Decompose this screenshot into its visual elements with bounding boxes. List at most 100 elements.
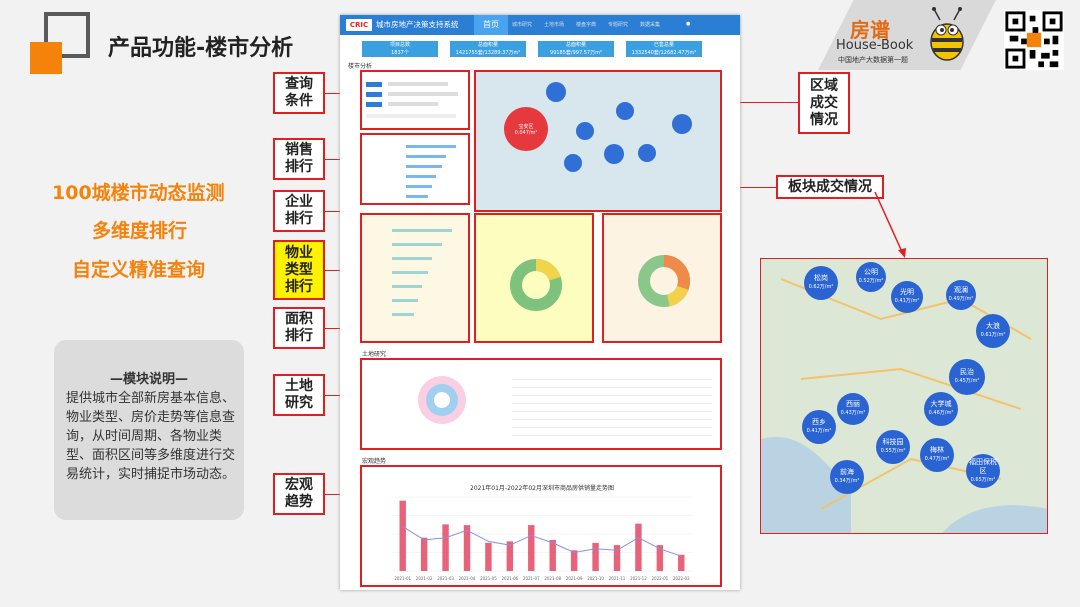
trend-bar	[485, 542, 492, 571]
donut-chart	[638, 255, 690, 307]
map-bubble[interactable]	[564, 154, 582, 172]
map-bubble[interactable]	[616, 102, 634, 120]
block-bubble-value: 0.41万/m²	[894, 298, 920, 304]
app-tab-collect[interactable]: 数据采集	[640, 21, 660, 28]
x-tick-label: 2021-10	[587, 576, 604, 581]
x-tick-label: 2022-01	[651, 576, 668, 581]
map-bubble[interactable]	[576, 122, 594, 140]
area-ranking-panel	[602, 213, 722, 343]
trend-bar	[528, 525, 535, 571]
section-title: 楼市分析	[348, 63, 373, 70]
block-bubble[interactable]: 观澜 0.49万/m²	[946, 280, 976, 310]
callout-land-research: 土地研究	[273, 374, 325, 416]
callout-property-type-ranking: 物业类型排行	[273, 240, 325, 300]
section-title-macro: 宏观趋势	[362, 458, 387, 465]
slogan-query: 自定义精准查询	[72, 259, 206, 281]
map-bubble[interactable]	[604, 144, 624, 164]
trend-chart: 2021-01 2021-02 2021-03 2021-04 2021-05 2021-…	[392, 496, 692, 581]
map-bubble-primary[interactable]: 宝安区 0.047/m²	[504, 107, 548, 151]
block-bubble[interactable]: 梅林 0.47万/m²	[920, 438, 954, 472]
block-bubble-value: 0.45万/m²	[954, 378, 980, 384]
x-tick-label: 2021-02	[416, 576, 433, 581]
x-tick-label: 2021-08	[544, 576, 561, 581]
block-bubble-value: 0.55万/m²	[880, 448, 906, 454]
deco-square-orange	[30, 42, 62, 74]
slogan-ranking: 多维度排行	[92, 220, 188, 242]
block-bubble-name: 科技园	[882, 438, 904, 446]
brand-subtitle: 中国地产大数据第一题	[838, 56, 908, 64]
block-bubble[interactable]: 西乡 0.41万/m²	[802, 410, 836, 444]
block-bubble[interactable]: 大浪 0.61万/m²	[976, 314, 1010, 348]
section-title-land: 土地研究	[362, 351, 387, 358]
block-bubble[interactable]: 民治 0.45万/m²	[949, 359, 985, 395]
company-ranking-panel	[360, 213, 470, 343]
block-bubble[interactable]: 公明 0.52万/m²	[856, 262, 886, 292]
app-tab-dictionary[interactable]: 楼盘字典	[576, 21, 596, 28]
x-tick-label: 2021-04	[459, 576, 476, 581]
map-bubble[interactable]	[672, 114, 692, 134]
block-bubble-name: 大学城	[930, 400, 952, 408]
block-bubble-name: 民治	[960, 368, 974, 376]
block-bubble-name: 西乡	[812, 418, 826, 426]
macro-trend-panel: 2021年01月-2022年02月深圳市商品房供销量走势图 2021-01 202…	[360, 465, 722, 587]
trend-bar	[506, 541, 514, 571]
app-tab-topic[interactable]: 专题研究	[608, 21, 628, 28]
x-tick-label: 2021-05	[480, 576, 497, 581]
callout-company-ranking: 企业排行	[273, 190, 325, 232]
x-tick-label: 2021-12	[630, 576, 647, 581]
block-bubble-name: 前海	[840, 468, 854, 476]
callout-sales-ranking: 销售排行	[273, 138, 325, 180]
region-map-panel[interactable]: 宝安区 0.047/m²	[474, 70, 722, 212]
zoomed-block-map[interactable]: 松岗 0.62万/m² 公明 0.52万/m² 光明 0.41万/m² 观澜 0.49万/m²…	[760, 258, 1048, 534]
app-user-avatar[interactable]: ●	[686, 21, 690, 27]
page-title: 产品功能-楼市分析	[108, 36, 294, 61]
x-tick-label: 2021-03	[437, 576, 454, 581]
block-bubble[interactable]: 前海 0.34万/m²	[830, 460, 864, 494]
app-tab-city[interactable]: 城市研究	[512, 21, 532, 28]
block-bubble-name: 梅林	[930, 446, 944, 454]
block-bubble-value: 0.49万/m²	[948, 296, 974, 302]
block-bubble-name: 光明	[900, 288, 914, 296]
block-bubble[interactable]: 松岗 0.62万/m²	[804, 266, 838, 300]
app-logo: CRIC	[346, 19, 372, 31]
block-bubble-value: 0.41万/m²	[806, 428, 832, 434]
block-bubble-value: 0.43万/m²	[840, 410, 866, 416]
connector-arrow	[874, 191, 906, 258]
x-tick-label: 2021-07	[523, 576, 540, 581]
block-bubble-value: 0.61万/m²	[980, 332, 1006, 338]
property-type-panel	[474, 213, 594, 343]
block-bubble-value: 0.46万/m²	[928, 410, 954, 416]
block-bubble-value: 0.47万/m²	[924, 456, 950, 462]
block-bubble[interactable]: 福田保税区 0.65万/m²	[966, 454, 1000, 488]
x-tick-label: 2021-06	[501, 576, 518, 581]
block-bubble-name: 西丽	[846, 400, 860, 408]
block-bubble-value: 0.62万/m²	[808, 284, 834, 290]
block-bubble-value: 0.65万/m²	[970, 476, 996, 483]
sales-ranking-panel	[360, 133, 470, 205]
block-bubble-value: 0.34万/m²	[834, 478, 860, 484]
trend-bar	[442, 524, 449, 571]
x-tick-label: 2021-11	[609, 576, 626, 581]
block-bubble[interactable]: 科技园 0.55万/m²	[876, 430, 910, 464]
block-bubble[interactable]: 西丽 0.43万/m²	[837, 393, 869, 425]
module-description-text: 提供城市全部新房基本信息、物业类型、房价走势等信息查询，从时间周期、各物业类型、…	[66, 391, 236, 482]
slogan-monitoring: 100城楼市动态监测	[52, 182, 225, 204]
app-title: 城市房地产决策支持系统	[376, 20, 459, 29]
map-bubble[interactable]	[546, 82, 566, 102]
app-tab-land[interactable]: 土地市场	[544, 21, 564, 28]
block-bubble[interactable]: 大学城 0.46万/m²	[924, 392, 958, 426]
query-panel[interactable]	[360, 70, 470, 130]
map-bubble[interactable]	[638, 144, 656, 162]
stat-card: 总面积量 99185套/997.57万m²	[538, 41, 614, 57]
app-tab-home[interactable]: 首页	[474, 15, 508, 35]
block-bubble[interactable]: 光明 0.41万/m²	[891, 281, 923, 313]
donut-chart	[510, 259, 562, 311]
trend-bar	[399, 500, 406, 571]
block-bubble-value: 0.52万/m²	[858, 278, 884, 284]
x-tick-label: 2022-02	[673, 576, 690, 581]
trend-bar	[678, 554, 685, 571]
trend-bar	[570, 550, 578, 571]
stat-card: 项目总数 1837个	[362, 41, 438, 57]
rose-chart	[418, 376, 466, 424]
callout-block-transactions: 板块成交情况	[776, 175, 884, 199]
